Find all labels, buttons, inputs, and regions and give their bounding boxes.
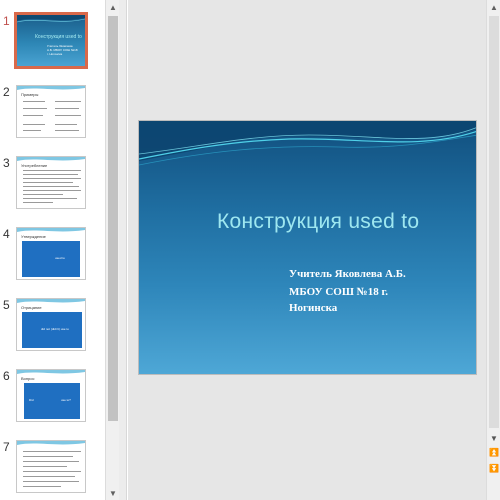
slide-thumbnail-3[interactable]: Употребление	[16, 156, 86, 209]
slide-number: 3	[3, 156, 10, 170]
slide-thumbnail-7[interactable]	[16, 440, 86, 493]
wave-decoration	[139, 121, 476, 166]
slide-subtitle-line-1[interactable]: Учитель Яковлева А.Б.	[289, 268, 406, 280]
thumbnail-title: Примеры	[21, 92, 39, 97]
slide-thumbnail-1[interactable]: Конструкция used to Учитель Яковлева А.Б…	[14, 12, 88, 69]
scroll-up-icon[interactable]: ▲	[106, 0, 120, 14]
thumbnail-title: Употребление	[21, 163, 48, 168]
scroll-up-icon[interactable]: ▲	[487, 0, 500, 14]
current-slide[interactable]: Конструкция used to Учитель Яковлева А.Б…	[138, 120, 477, 375]
pane-splitter[interactable]	[119, 0, 127, 500]
thumbnail-subtitle: Учитель Яковлева А.Б. МБОУ СОШ №18 г. Но…	[47, 44, 78, 56]
editor-scrollbar[interactable]: ▲ ▼ ⏫ ⏬	[486, 0, 500, 500]
thumbnail-box-left: Did	[29, 398, 34, 402]
slide-thumbnail-pane: 1 Конструкция used to Учитель Яковлева А…	[0, 0, 105, 500]
slide-thumbnail-4[interactable]: Утверждение used to	[16, 227, 86, 280]
thumbnail-row-4[interactable]: 4 Утверждение used to	[0, 227, 105, 289]
slide-number: 4	[3, 227, 10, 241]
next-slide-icon[interactable]: ⏬	[487, 462, 500, 474]
thumbnail-box-text: use to?	[61, 398, 71, 402]
presentation-editor: 1 Конструкция used to Учитель Яковлева А…	[0, 0, 500, 500]
slide-number: 5	[3, 298, 10, 312]
thumbnail-title: Вопрос	[21, 376, 35, 381]
thumbnail-box-text: did not (didn't) use to	[41, 327, 69, 331]
slide-number: 2	[3, 85, 10, 99]
previous-slide-icon[interactable]: ⏫	[487, 446, 500, 458]
thumbnail-box-text: used to	[55, 256, 65, 260]
slide-title[interactable]: Конструкция used to	[217, 210, 476, 234]
thumbnail-row-7[interactable]: 7	[0, 440, 105, 500]
slide-thumbnail-5[interactable]: Отрицание did not (didn't) use to	[16, 298, 86, 351]
slide-subtitle-line-3[interactable]: Ногинска	[289, 302, 337, 314]
scroll-down-icon[interactable]: ▼	[106, 486, 120, 500]
wave-decoration	[17, 15, 85, 23]
thumbnail-row-6[interactable]: 6 Вопрос Did use to?	[0, 369, 105, 431]
scrollbar-thumb[interactable]	[108, 16, 118, 421]
thumbnail-title: Конструкция used to	[35, 34, 82, 40]
thumbnail-row-2[interactable]: 2 Примеры	[0, 85, 105, 147]
scroll-down-icon[interactable]: ▼	[487, 432, 500, 444]
thumbnail-scrollbar[interactable]: ▲ ▼	[105, 0, 119, 500]
slide-subtitle-line-2[interactable]: МБОУ СОШ №18 г.	[289, 286, 388, 298]
slide-number: 7	[3, 440, 10, 454]
slide-thumbnail-6[interactable]: Вопрос Did use to?	[16, 369, 86, 422]
slide-number: 6	[3, 369, 10, 383]
thumbnail-row-5[interactable]: 5 Отрицание did not (didn't) use to	[0, 298, 105, 360]
scrollbar-thumb[interactable]	[489, 16, 499, 428]
thumbnail-row-3[interactable]: 3 Употребление	[0, 156, 105, 218]
thumbnail-row-1[interactable]: 1 Конструкция used to Учитель Яковлева А…	[0, 12, 105, 76]
thumbnail-title: Утверждение	[21, 234, 46, 239]
slide-number: 1	[3, 14, 10, 28]
thumbnail-title: Отрицание	[21, 305, 42, 310]
wave-decoration	[17, 441, 85, 445]
slide-thumbnail-2[interactable]: Примеры	[16, 85, 86, 138]
slide-editing-area: Конструкция used to Учитель Яковлева А.Б…	[128, 0, 486, 500]
thumbnail-title-slide: Конструкция used to Учитель Яковлева А.Б…	[17, 15, 85, 66]
